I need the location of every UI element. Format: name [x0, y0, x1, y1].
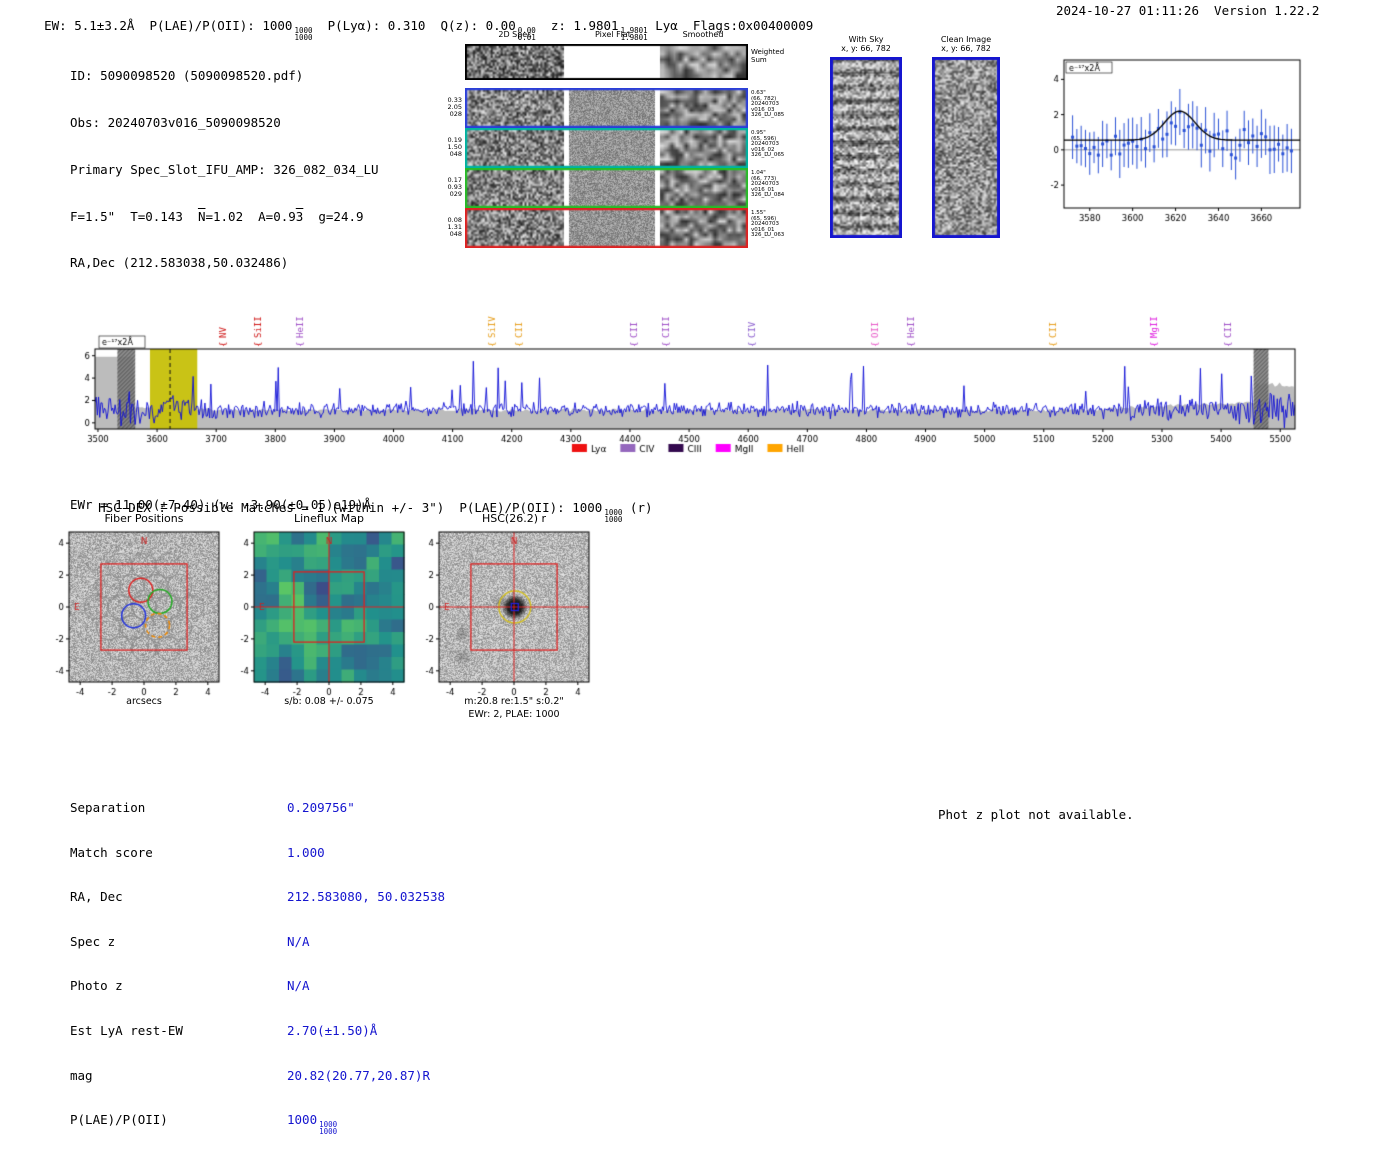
spec2d-row-weights: 0.08 1.31 048: [437, 217, 462, 237]
annotation-line: 326_LU_085: [751, 112, 785, 119]
match-field-value: 20.82(20.77,20.87)R: [287, 1067, 430, 1083]
line-fit-plot: [1030, 46, 1315, 236]
seeing-part: =1.02 A=0.9: [205, 208, 296, 224]
spec2d-row-annotation: 0.95" (65, 596) 20240703 v016_02 326_LU_065: [751, 130, 801, 159]
fiber-positions-panel: [36, 528, 226, 700]
with-sky-title: With Sky x, y: 66, 782: [830, 35, 902, 53]
match-field-label: Photo z: [70, 978, 123, 994]
table-row: RA, Dec 212.583080, 50.032538: [70, 889, 446, 905]
match-field-value: N/A: [287, 933, 310, 949]
spec2d-fiber-strip-2: [465, 128, 748, 168]
table-row: Separation 0.209756": [70, 800, 445, 816]
annotation-line: 326_LU_063: [751, 232, 785, 239]
match-field-value: 1.000: [287, 844, 325, 860]
seeing-part: g=24.9: [303, 208, 364, 224]
clean-image-title: Clean Image x, y: 66, 782: [932, 35, 1000, 53]
spec2d-row-annotation: 0.63" (66, 782) 20240703 v016_03 326_LU_085: [751, 90, 801, 119]
info-radec: RA,Dec (212.583038,50.032486): [70, 255, 289, 271]
spec2d-header-smoothed: Smoothed: [682, 30, 724, 39]
lineflux-map-title: Lineflux Map: [293, 512, 365, 525]
clean-image-coords: x, y: 66, 782: [941, 44, 991, 53]
hsc-cutout-title: HSC(26.2) r: [481, 512, 547, 525]
lineflux-caption: s/b: 0.08 +/- 0.075: [284, 696, 374, 707]
summary-ew-plae: EW: 5.1±3.2Å P(LAE)/P(OII): 1000: [44, 18, 293, 33]
elixer-report: EW: 5.1±3.2Å P(LAE)/P(OII): 1000 1000 1000…: [0, 0, 1400, 1135]
hsc-plae-fraction: 1000 1000: [604, 509, 623, 524]
frac-top: 1000: [319, 1120, 338, 1130]
fiber-xlabel: arcsecs: [126, 696, 162, 707]
with-sky-stamp: [830, 57, 902, 238]
frac-bot: 1000: [604, 514, 623, 524]
match-plae-fraction: 1000 1000: [319, 1120, 338, 1136]
photz-note: Phot z plot not available.: [938, 807, 1134, 822]
weight-value: 029: [449, 189, 462, 198]
annotation-line: 326_LU_065: [751, 152, 785, 159]
spec2d-header-2dspec: 2D Spec: [498, 30, 532, 39]
table-row: Match score 1.000: [70, 844, 445, 861]
clean-image-label: Clean Image: [940, 35, 992, 44]
match-field-label: mag: [70, 1067, 93, 1083]
match-field-label: P(LAE)/P(OII): [70, 1112, 168, 1128]
seeing-part: F=1.5" T=0.143: [70, 208, 198, 224]
annotation-line: 326_LU_084: [751, 192, 785, 199]
match-field-label: Spec z: [70, 933, 116, 949]
table-row: P(LAE)/P(OII) 1000 1000 1000: [70, 1112, 445, 1135]
info-obs: Obs: 20240703v016_5090098520: [70, 114, 281, 130]
spec2d-row-annotation: 1.04" (66, 773) 20240703 v016_01 326_LU_084: [751, 170, 801, 199]
info-id: ID: 5090098520 (5090098520.pdf): [70, 68, 304, 84]
with-sky-label: With Sky: [848, 35, 884, 44]
hsc-cutout-panel: [406, 528, 596, 700]
weight-value: 028: [449, 109, 462, 118]
hsc-caption-2: EWr: 2, PLAE: 1000: [468, 709, 560, 720]
match-field-value: 2.70(±1.50)Å: [287, 1022, 378, 1038]
spec2d-header-pixelflat: Pixel Flat: [595, 30, 631, 39]
table-row: Photo z N/A: [70, 979, 445, 994]
weighted-sum-label: Weighted Sum: [751, 48, 795, 64]
weight-value: 048: [449, 229, 462, 238]
full-spectrum-plot: [58, 292, 1313, 467]
datetime-version: 2024-10-27 01:11:26 Version 1.22.2: [1056, 3, 1320, 18]
hsc-dex-suffix: (r): [622, 500, 653, 515]
match-field-value: 0.209756": [287, 800, 355, 815]
table-row: Spec z N/A: [70, 933, 445, 950]
spec2d-fiber-strip-3: [465, 168, 748, 208]
match-field-value: N/A: [287, 978, 310, 994]
hsc-caption-1: m:20.8 re:1.5" s:0.2": [464, 696, 564, 707]
spec2d-fiber-strip-1: [465, 88, 748, 128]
table-row: Est LyA rest-EW 2.70(±1.50)Å: [70, 1022, 445, 1039]
match-field-value: 212.583080, 50.032538: [287, 889, 446, 905]
lineflux-map-panel: [221, 528, 411, 700]
sum-label: Sum: [751, 55, 767, 64]
spec2d-fiber-strip-4: [465, 208, 748, 248]
fiber-positions-title: Fiber Positions: [104, 512, 184, 525]
weight-value: 048: [449, 149, 462, 158]
info-seeing: F=1.5" T=0.143 N=1.02 A=0.93 g=24.9: [70, 209, 396, 225]
match-field-label: Separation: [70, 800, 146, 815]
info-slot: Primary Spec_Slot_IFU_AMP: 326_082_034_L…: [70, 161, 379, 177]
spec2d-row-weights: 0.17 0.93 029: [437, 177, 462, 197]
match-table: Separation 0.209756" Match score 1.000 RA,…: [70, 771, 445, 1158]
match-field-value: 1000: [287, 1112, 318, 1128]
spec2d-row-weights: 0.19 1.50 048: [437, 137, 462, 157]
spec2d-weighted-sum-strip: [465, 44, 748, 80]
table-row: mag 20.82(20.77,20.87)R: [70, 1067, 445, 1084]
match-field-label: RA, Dec: [70, 889, 123, 905]
frac-bot: 1000: [319, 1126, 338, 1136]
spec2d-row-weights: 0.33 2.05 028: [437, 97, 462, 117]
match-field-label: Est LyA rest-EW: [70, 1022, 183, 1038]
clean-image-stamp: [932, 57, 1000, 238]
with-sky-coords: x, y: 66, 782: [841, 44, 891, 53]
match-field-label: Match score: [70, 844, 153, 860]
spec2d-row-annotation: 1.55" (65, 596) 20240703 v016_01 326_LU_063: [751, 210, 801, 239]
